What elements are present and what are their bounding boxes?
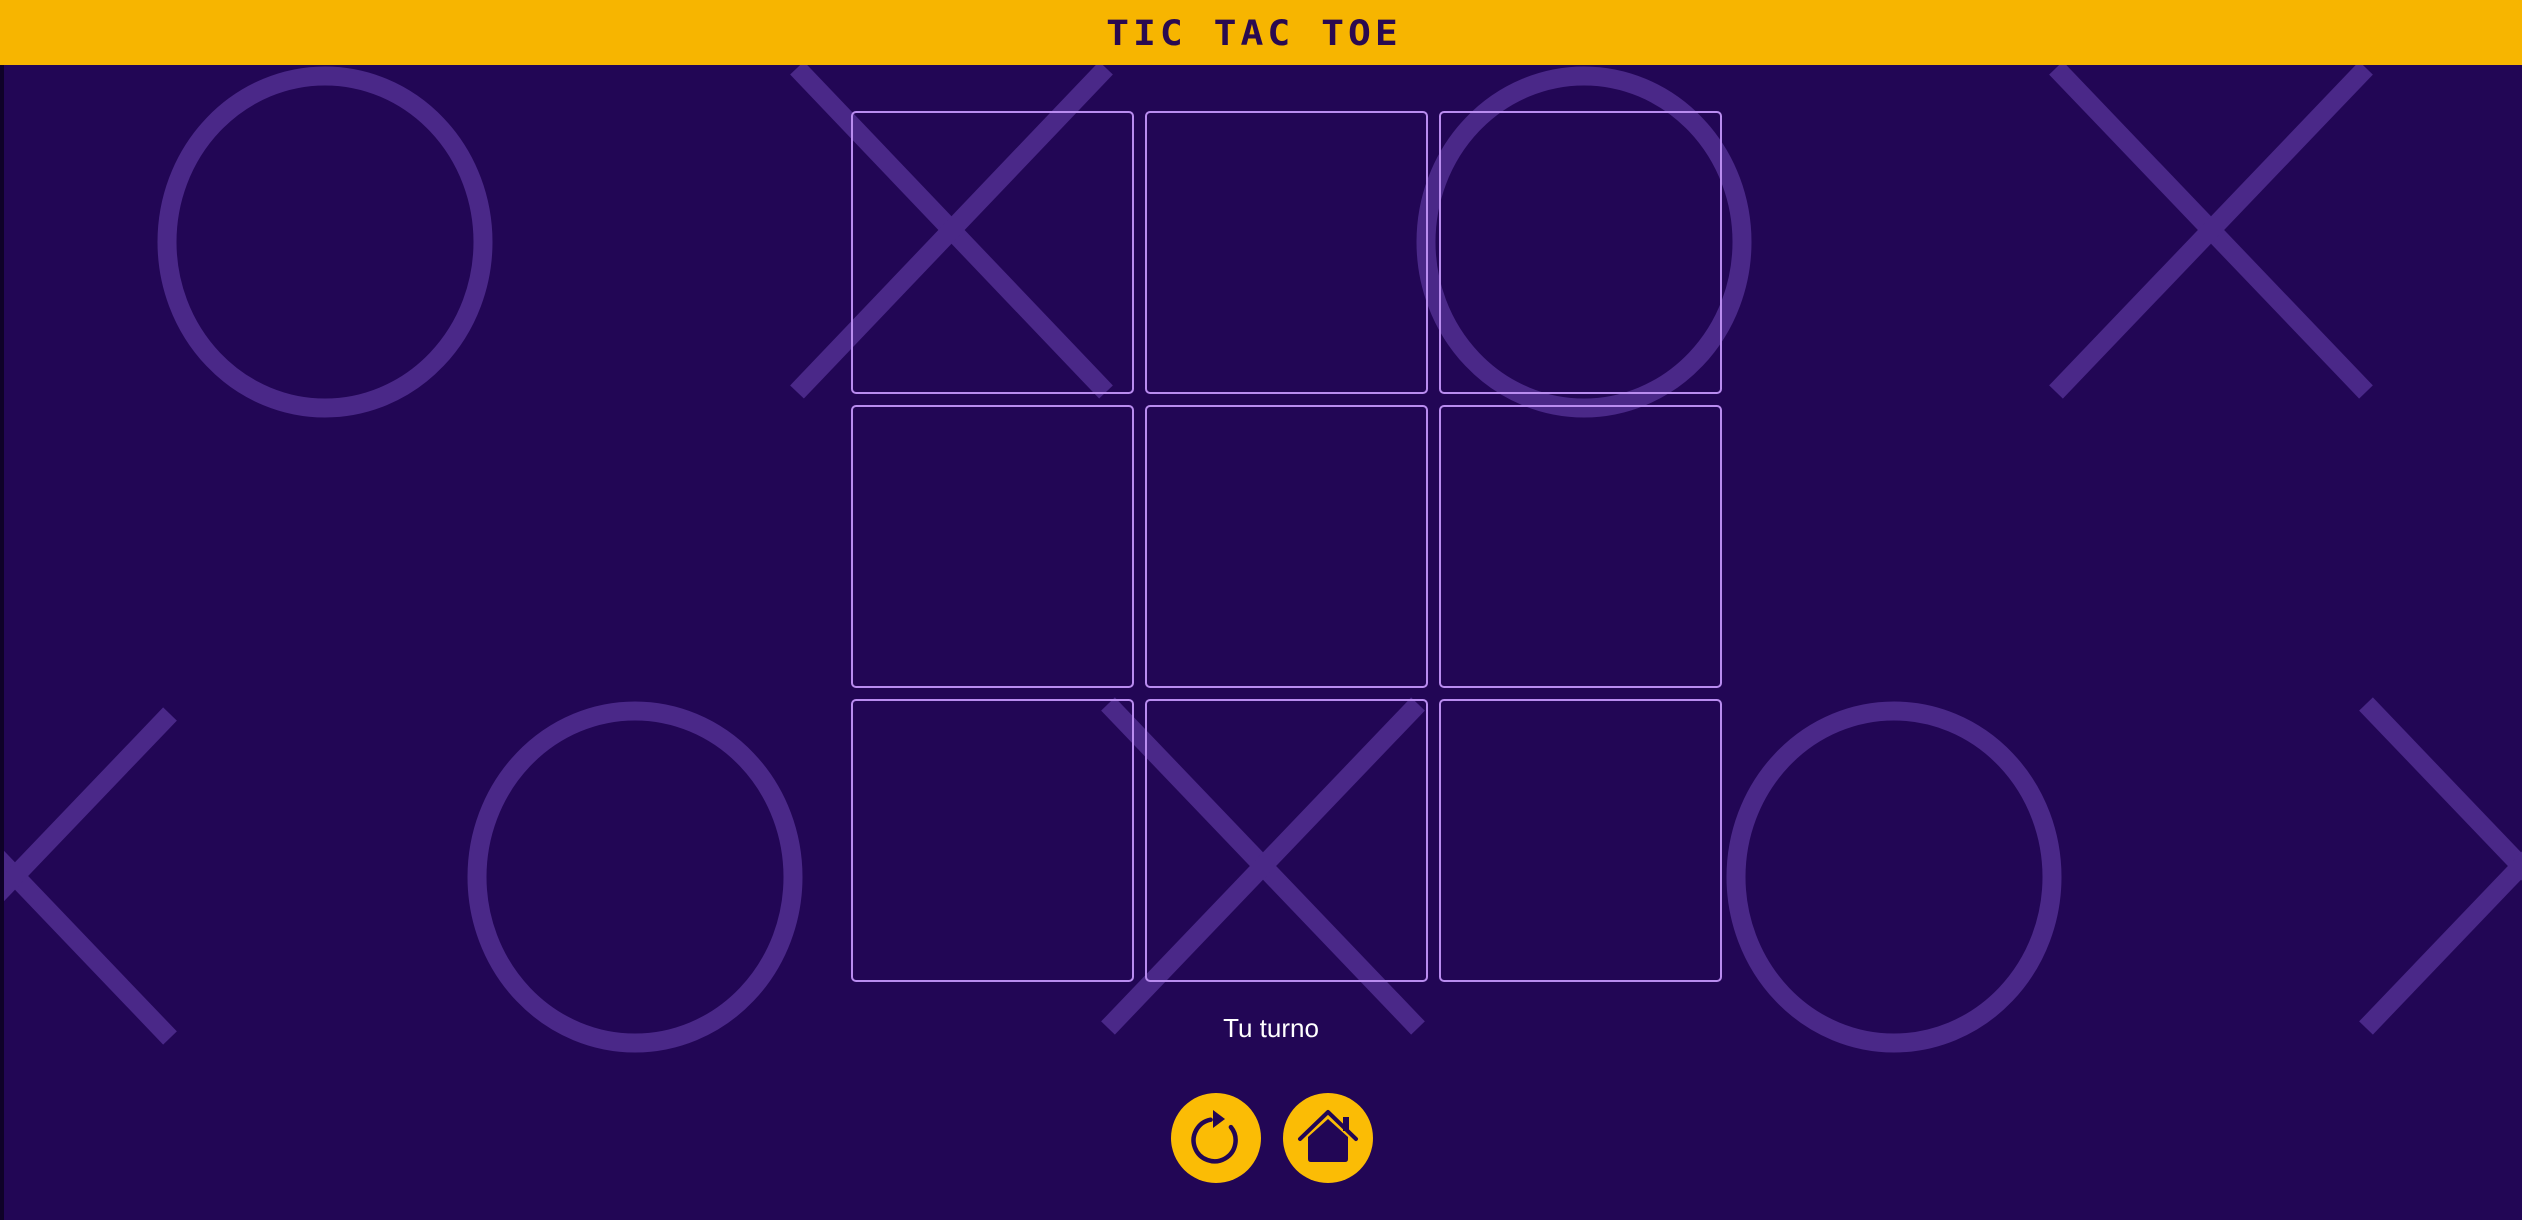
game-screen: TIC TAC TOE Tu turno [0,0,2522,1220]
decor-circle-icon [467,701,803,1053]
decor-cross-icon [2359,697,2522,1035]
home-button[interactable] [1283,1093,1373,1183]
turn-status: Tu turno [1223,1013,1319,1043]
board-cell-8[interactable] [1145,699,1428,982]
restart-icon [1191,1110,1238,1164]
board-cell-3[interactable] [1439,111,1722,394]
board-cell-7[interactable] [851,699,1134,982]
game-title: TIC TAC TOE [1106,12,1402,53]
title-bar: TIC TAC TOE [0,0,2522,65]
board-cell-2[interactable] [1145,111,1428,394]
decor-circle-icon [157,66,493,418]
game-board [851,111,1722,982]
decor-circle-icon [1726,701,2062,1053]
board-cell-5[interactable] [1145,405,1428,688]
board-cell-1[interactable] [851,111,1134,394]
board-cell-9[interactable] [1439,699,1722,982]
home-icon [1298,1110,1358,1162]
decor-cross-icon [0,707,177,1045]
decor-cross-icon [2049,61,2373,399]
left-edge-shadow [0,65,4,1220]
board-cell-6[interactable] [1439,405,1722,688]
board-cell-4[interactable] [851,405,1134,688]
restart-button[interactable] [1171,1093,1261,1183]
